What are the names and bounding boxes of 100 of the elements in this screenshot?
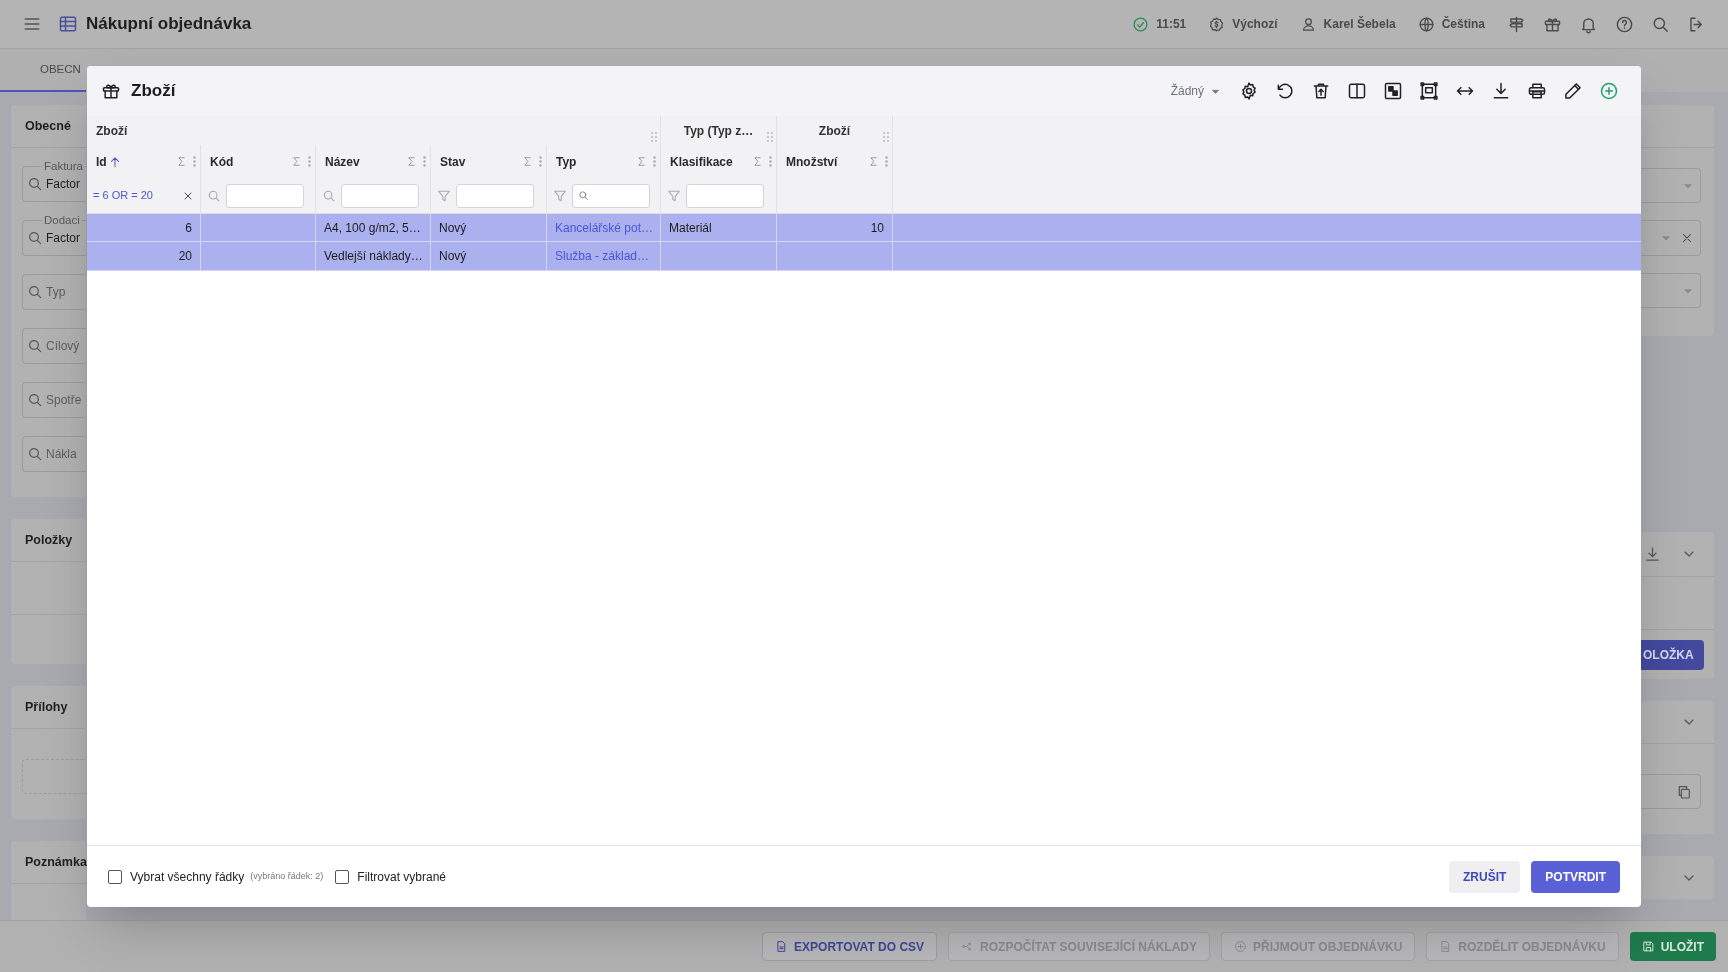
column-menu-icon[interactable]: [885, 156, 888, 167]
print-icon[interactable]: [1527, 81, 1547, 101]
card-title: Položky: [25, 531, 73, 549]
search-icon: [27, 284, 43, 300]
check-circle-icon: [1132, 15, 1150, 33]
checkbox-label[interactable]: Vybrat všechny řádky: [130, 867, 245, 886]
filter-field[interactable]: [572, 183, 650, 208]
link[interactable]: Kancelářské pot…: [555, 218, 654, 237]
drag-handle-icon[interactable]: [651, 131, 657, 143]
copy-icon[interactable]: [1676, 783, 1692, 800]
checkbox[interactable]: [108, 869, 122, 884]
column-menu-icon[interactable]: [308, 156, 311, 167]
pencil-icon[interactable]: [1563, 81, 1583, 101]
column-header[interactable]: Typ: [547, 145, 661, 178]
drop-zone[interactable]: [22, 759, 86, 794]
card-title: Obecné: [25, 117, 71, 135]
field-value: Factor: [46, 230, 80, 247]
table-cell-text: Nový: [439, 248, 467, 265]
currency-menu[interactable]: Výchozí: [1208, 15, 1278, 33]
filter-field[interactable]: [226, 183, 304, 208]
column-menu-icon[interactable]: [423, 156, 426, 167]
search-field[interactable]: Nákla: [22, 436, 86, 472]
action-button[interactable]: EXPORTOVAT DO CSV: [762, 932, 938, 961]
table-cell-text: Materiál: [669, 219, 712, 237]
search-icon: [27, 176, 43, 192]
settings-icon[interactable]: [1239, 81, 1259, 101]
drag-handle-icon[interactable]: [767, 131, 773, 143]
download-icon[interactable]: [1491, 81, 1511, 101]
search-icon: [27, 446, 43, 462]
selection-count: (vybráno řádek: 2): [250, 869, 324, 883]
search-icon: [207, 188, 221, 203]
help-icon[interactable]: [1615, 14, 1634, 34]
table-cell-text: Nový: [439, 219, 467, 237]
column-header[interactable]: Stav: [431, 145, 547, 178]
columns-icon[interactable]: [1347, 81, 1367, 101]
search-input[interactable]: Nákla: [46, 445, 86, 463]
column-group-header: Zboží: [96, 122, 128, 140]
add-icon[interactable]: [1599, 81, 1619, 101]
filter-field[interactable]: [456, 183, 534, 208]
save-icon: [1641, 940, 1655, 953]
search-input[interactable]: Typ: [46, 283, 86, 301]
search-input[interactable]: Cílový: [46, 337, 86, 355]
frame-icon[interactable]: [1419, 81, 1439, 101]
filter-expression[interactable]: = 6 OR = 20: [93, 187, 153, 204]
table-row[interactable]: 6 A4, 100 g/m2, 5… Nový Kancelářské pot… Materiál 10: [87, 214, 1641, 242]
table-cell-text: 20: [178, 248, 192, 265]
column-header[interactable]: Id: [87, 145, 201, 178]
clear-icon[interactable]: [1680, 231, 1694, 245]
column-menu-icon[interactable]: [769, 156, 772, 167]
sum-icon[interactable]: [867, 155, 880, 168]
search-icon: [27, 230, 43, 246]
search-field[interactable]: Typ: [22, 274, 86, 310]
sync-status[interactable]: 11:51: [1132, 15, 1187, 33]
search-icon[interactable]: [1651, 14, 1670, 34]
checkered-square-icon[interactable]: [1383, 81, 1403, 101]
link[interactable]: Služba - základ…: [555, 247, 650, 265]
sum-icon[interactable]: [635, 155, 648, 168]
sum-icon[interactable]: [521, 155, 534, 168]
add-item-button[interactable]: OLOŽKA: [1641, 639, 1704, 670]
card-title: Poznámka: [25, 853, 87, 871]
plus-circle-icon: [1233, 940, 1247, 953]
field-value: Factor: [46, 176, 80, 193]
column-header[interactable]: Klasifikace: [661, 145, 777, 178]
column-group-header: Typ (Typ z…: [683, 122, 754, 140]
search-field[interactable]: Cílový: [22, 328, 86, 364]
search-input[interactable]: Spotře: [46, 391, 86, 409]
search-field[interactable]: Spotře: [22, 382, 86, 418]
signpost-icon[interactable]: [1507, 14, 1526, 34]
preset-dropdown[interactable]: Žádný: [1170, 82, 1221, 100]
checkbox[interactable]: [335, 869, 350, 884]
column-header[interactable]: Množství: [777, 145, 893, 178]
table-cell-text: A4, 100 g/m2, 5…: [324, 219, 421, 237]
table-icon: [58, 14, 78, 34]
table-cell-text: Vedlejší náklady…: [324, 248, 423, 265]
undo-icon[interactable]: [1275, 81, 1295, 101]
filter-icon[interactable]: [437, 188, 451, 203]
sum-icon[interactable]: [751, 155, 764, 168]
table-row[interactable]: 20 Vedlejší náklady… Nový Služba - základ…: [87, 242, 1641, 271]
sum-icon[interactable]: [290, 155, 303, 168]
sum-icon[interactable]: [405, 155, 418, 168]
filter-field[interactable]: [686, 183, 764, 208]
user-menu[interactable]: Karel Šebela: [1299, 15, 1396, 33]
drag-handle-icon[interactable]: [883, 131, 889, 143]
filter-field[interactable]: [341, 183, 419, 208]
checkbox-label[interactable]: Filtrovat vybrané: [357, 867, 447, 886]
column-menu-icon[interactable]: [539, 156, 542, 167]
dialog-title: Zboží: [131, 80, 176, 103]
column-header[interactable]: Název: [316, 145, 431, 178]
coin-icon: [1208, 15, 1226, 33]
filter-icon[interactable]: [553, 188, 567, 203]
filter-icon[interactable]: [667, 188, 681, 203]
dialog-button[interactable]: ZRUŠIT: [1449, 860, 1521, 893]
column-menu-icon[interactable]: [193, 156, 196, 167]
dialog-button[interactable]: POTVRDIT: [1531, 860, 1620, 893]
sum-icon[interactable]: [175, 155, 188, 168]
trash-icon[interactable]: [1311, 81, 1331, 101]
action-button[interactable]: ULOŽIT: [1629, 932, 1716, 961]
language-menu[interactable]: Čeština: [1417, 15, 1485, 33]
column-menu-icon[interactable]: [653, 156, 656, 167]
column-header[interactable]: Kód: [201, 145, 316, 178]
